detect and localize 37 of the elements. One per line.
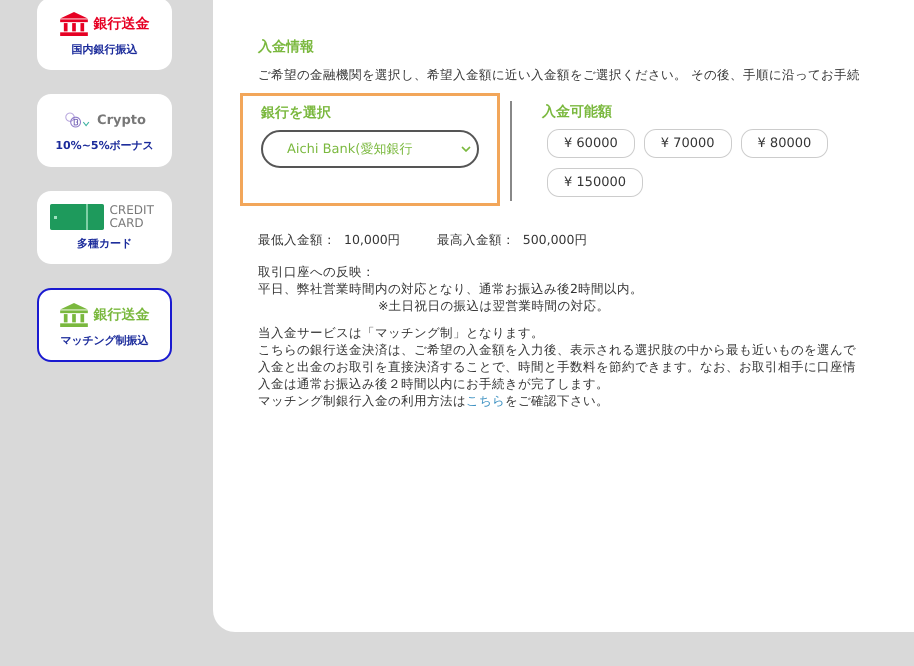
amount-option[interactable]: ¥ 70000 [644,129,732,158]
reflection-text: 平日、弊社営業時間内の対応となり、通常お振込み後2時間以内。 [258,280,644,297]
note-text: 入金は通常お振込み後２時間以内にお手続きが完了します。 [258,375,610,392]
method-title: 銀行送金 [94,306,150,324]
method-subtitle: 多種カード [77,236,132,251]
reflection-text: ※土日祝日の振込は翌営業時間の対応。 [377,297,610,314]
bank-icon [60,12,88,36]
note-text: 当入金サービスは「マッチング制」となります。 [258,324,545,341]
guide-text: マッチング制銀行入金の利用方法は こちら をご確認下さい。 [258,392,610,409]
reflection-label: 取引口座への反映： [258,263,376,280]
section-heading: 入金情報 [258,38,315,56]
credit-card-icon [50,204,104,230]
method-title: 銀行送金 [94,14,150,32]
payment-method-card[interactable]: Crypto 10%~5%ボーナス [37,94,172,167]
limit-value: 10,000円 [344,232,401,249]
guide-link[interactable]: こちら [466,393,505,408]
bank-select-label: 銀行を選択 [261,104,332,122]
note-text: 入金と出金のお取引を直接決済することで、時間と手数料を節約できます。なお、お取引相手に口座情 [258,358,857,375]
method-title: CREDIT CARD [110,204,155,230]
limit-label: 最高入金額： [436,232,515,249]
note-text: こちらの銀行送金決済は、ご希望の入金額を入力後、表示される選択肢の中から最も近いものを選んで [258,341,857,358]
amount-option[interactable]: ¥ 150000 [547,168,644,197]
limit-label: 最低入金額： [258,232,336,249]
chevron-down-icon [461,146,471,152]
payment-method-card[interactable]: 銀行送金 国内銀行振込 [37,0,172,70]
intro-text: ご希望の金融機関を選択し、希望入金額に近い入金額をご選択ください。 その後、手順に沿ってお手続 [258,66,861,83]
method-subtitle: マッチング制振込 [60,332,148,348]
amount-option[interactable]: ¥ 60000 [547,129,635,158]
payment-method-card[interactable]: CREDIT CARD 多種カード [37,191,172,264]
amount-label: 入金可能額 [542,103,613,121]
method-subtitle: 10%~5%ボーナス [55,138,154,153]
bank-icon [60,302,88,326]
method-title: Crypto [97,112,146,128]
limit-value: 500,000円 [522,232,588,249]
payment-method-card[interactable]: 銀行送金 マッチング制振込 [37,288,172,362]
amount-option[interactable]: ¥ 80000 [740,129,828,158]
method-subtitle: 国内銀行振込 [72,42,138,56]
